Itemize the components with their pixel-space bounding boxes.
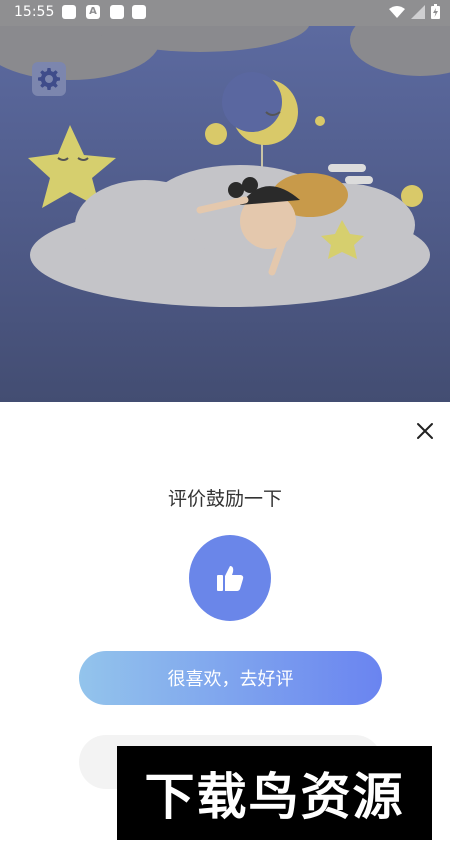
rate-now-button[interactable]: 很喜欢，去好评: [79, 651, 382, 705]
notification-icon: [62, 5, 76, 19]
night-scene-image: [0, 26, 450, 307]
close-button[interactable]: [412, 418, 438, 444]
dialog-title: 评价鼓励一下: [167, 488, 282, 510]
sleep-illustration: [0, 26, 450, 402]
thumbs-up-badge: [189, 535, 271, 621]
notification-icon-2: [110, 5, 124, 19]
close-icon: [417, 423, 433, 439]
battery-icon: [431, 4, 440, 19]
signal-icon: [411, 4, 425, 19]
status-time: 15:55: [14, 4, 55, 20]
watermark: 下载鸟资源: [117, 746, 432, 840]
notification-icon-3: [132, 5, 146, 19]
status-bar: 15:55 A: [0, 0, 450, 26]
gear-icon: [38, 68, 60, 90]
thumbs-up-icon: [217, 566, 244, 591]
settings-button[interactable]: [32, 62, 66, 96]
wifi-icon: [389, 5, 405, 18]
notification-a-icon: A: [86, 5, 100, 19]
